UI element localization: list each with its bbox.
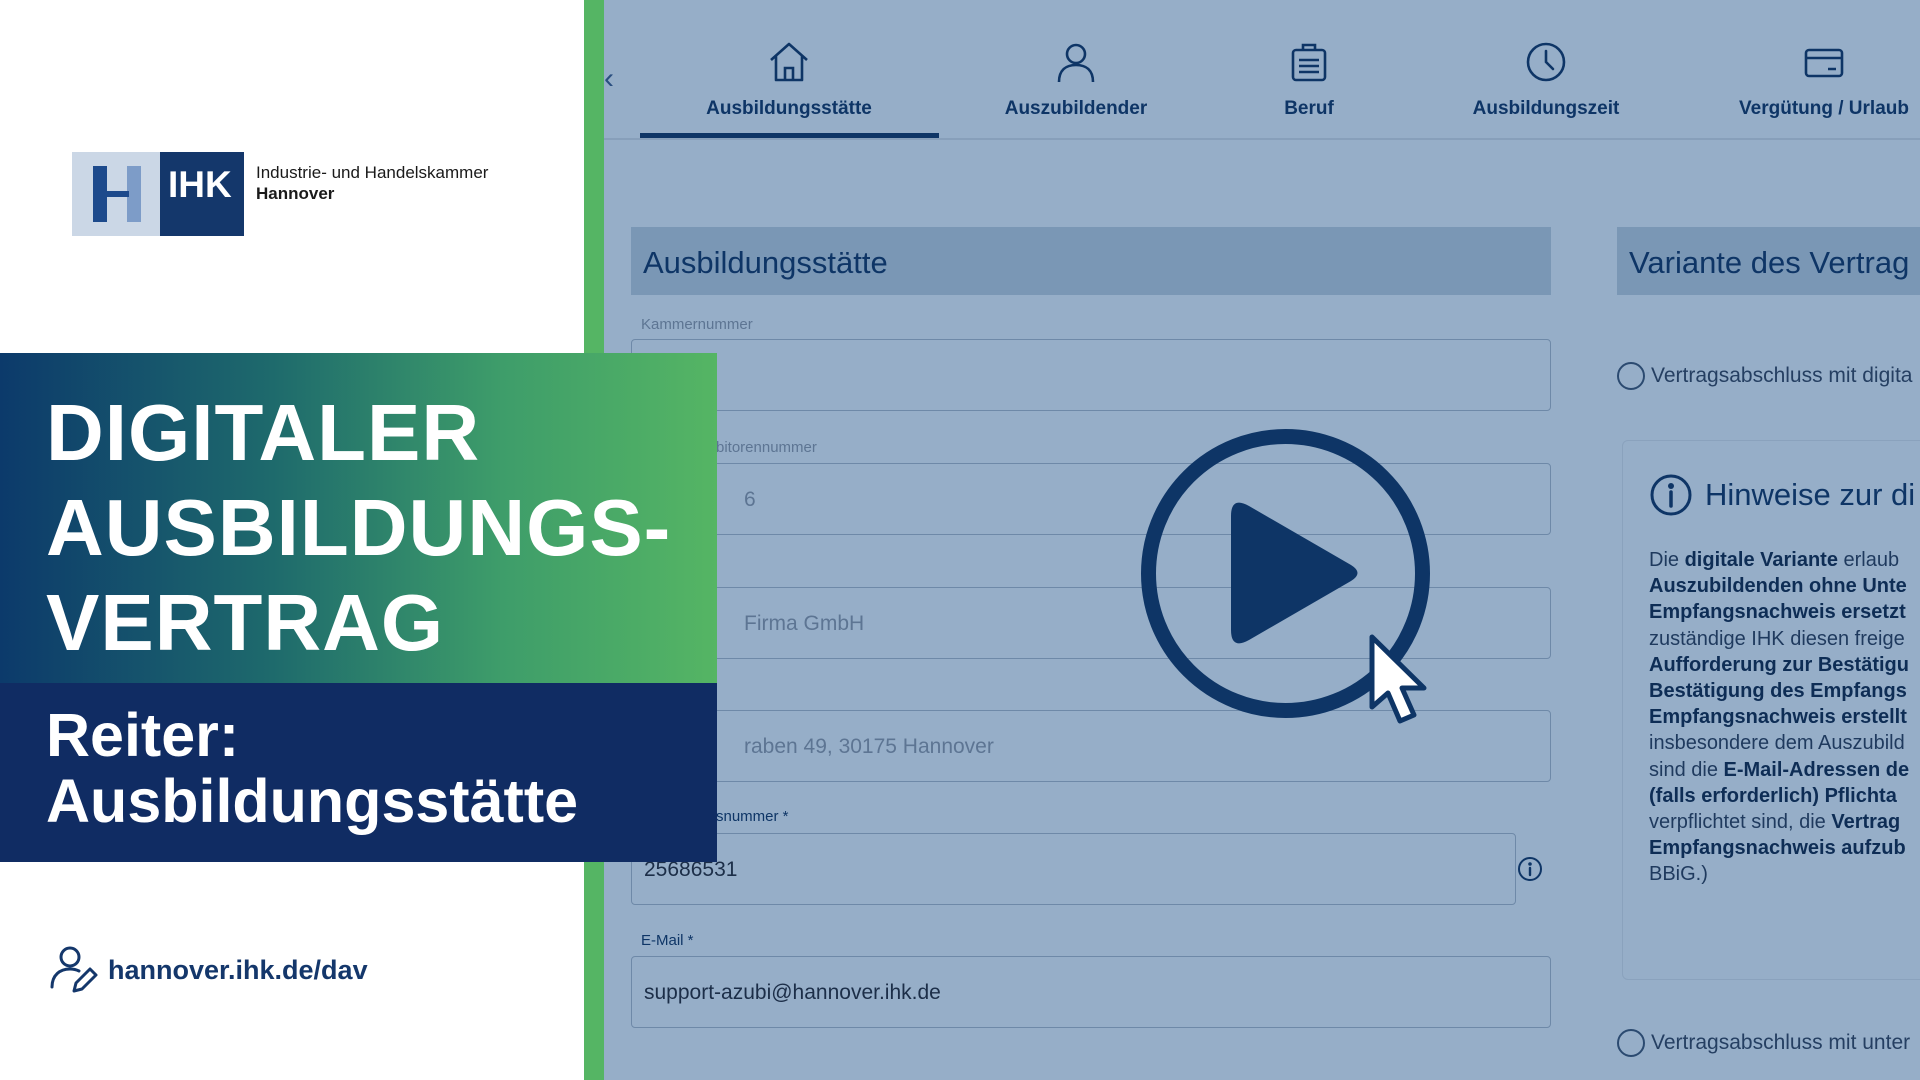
hint-text-bold: Auszubildenden ohne Unte bbox=[1649, 575, 1907, 598]
logo-abbr: IHK bbox=[160, 152, 244, 236]
section-title-variante: Variante des Vertrag bbox=[1617, 227, 1920, 295]
home-icon bbox=[770, 42, 808, 82]
title-line-1: DIGITALER bbox=[46, 388, 481, 477]
hint-text-bold: Empfangsnachweis aufzub bbox=[1649, 837, 1906, 860]
email-input[interactable]: support-azubi@hannover.ihk.de bbox=[631, 956, 1551, 1028]
tab-ausbildungszeit[interactable]: Ausbildungszeit bbox=[1446, 38, 1646, 138]
hint-line: Aufforderung zur Bestätigu bbox=[1649, 654, 1909, 677]
field-label-debitorennummer: bitorennummer bbox=[716, 439, 817, 456]
active-tab-indicator bbox=[640, 133, 939, 138]
hint-text-bold: E-Mail-Adressen de bbox=[1723, 758, 1910, 781]
hint-line: Bestätigung des Empfangs bbox=[1649, 680, 1907, 703]
hint-line: insbesondere dem Auszubild bbox=[1649, 732, 1905, 755]
title-banner: DIGITALER AUSBILDUNGS- VERTRAG bbox=[0, 353, 717, 683]
info-icon[interactable] bbox=[1517, 856, 1543, 882]
hint-line: Empfangsnachweis aufzub bbox=[1649, 837, 1906, 860]
hint-text: sind die bbox=[1649, 758, 1724, 781]
title-line-2: AUSBILDUNGS- bbox=[46, 483, 672, 572]
subtitle-banner: Reiter: Ausbildungsstätte bbox=[0, 683, 717, 862]
hint-title-text: Hinweise zur di bbox=[1705, 477, 1916, 512]
tab-label: Ausbildungsstätte bbox=[706, 98, 872, 119]
radio-label: Vertragsabschluss mit digita bbox=[1651, 364, 1913, 387]
logo-h-emblem bbox=[72, 152, 160, 236]
subtitle-line-1: Reiter: bbox=[46, 701, 240, 769]
tab-verguetung-urlaub[interactable]: Vergütung / Urlaub bbox=[1714, 38, 1920, 138]
clock-icon bbox=[1526, 42, 1566, 82]
radio-option-digital[interactable]: Vertragsabschluss mit digita bbox=[1617, 362, 1912, 390]
hint-text-bold: digitale Variante bbox=[1684, 549, 1838, 571]
kammernummer-input[interactable] bbox=[631, 339, 1551, 411]
nummer-input[interactable]: 25686531 bbox=[631, 833, 1516, 905]
radio-option-unterschrift[interactable]: Vertragsabschluss mit unter bbox=[1617, 1029, 1910, 1057]
hint-line: verpflichtet sind, die Vertrag bbox=[1649, 811, 1900, 834]
footer-link-text[interactable]: hannover.ihk.de/dav bbox=[108, 955, 368, 986]
briefcase-icon bbox=[1291, 43, 1327, 82]
hint-text: verpflichtet sind, die bbox=[1649, 811, 1832, 833]
hint-text: zuständige IHK diesen freige bbox=[1649, 627, 1905, 650]
tab-auszubildender[interactable]: Auszubildender bbox=[976, 38, 1176, 138]
tab-beruf[interactable]: Beruf bbox=[1209, 38, 1409, 138]
hint-text: erlaub bbox=[1837, 549, 1900, 571]
radio-circle[interactable] bbox=[1617, 1029, 1645, 1057]
hint-text-bold: (falls erforderlich) Pflichta bbox=[1649, 784, 1897, 807]
hint-line: sind die E-Mail-Adressen de bbox=[1649, 759, 1909, 782]
user-edit-icon bbox=[50, 946, 98, 993]
mouse-pointer-icon bbox=[1369, 634, 1427, 724]
hint-text: Die bbox=[1649, 549, 1685, 571]
field-label-kammernummer: Kammernummer bbox=[641, 316, 753, 333]
hint-line: Auszubildenden ohne Unte bbox=[1649, 575, 1907, 598]
radio-circle[interactable] bbox=[1617, 362, 1645, 390]
hint-text-bold: Aufforderung zur Bestätigu bbox=[1649, 653, 1909, 676]
tab-label: Ausbildungszeit bbox=[1472, 98, 1620, 119]
card-icon bbox=[1804, 48, 1844, 78]
hint-line: Empfangsnachweis erstellt bbox=[1649, 706, 1907, 729]
radio-label: Vertragsabschluss mit unter bbox=[1651, 1031, 1911, 1054]
hint-text: BBiG.) bbox=[1649, 863, 1708, 886]
hint-text-bold: Bestätigung des Empfangs bbox=[1649, 680, 1907, 702]
hint-text: insbesondere dem Auszubild bbox=[1649, 732, 1905, 755]
hint-text-bold: Empfangsnachweis erstellt bbox=[1649, 706, 1907, 729]
tab-scroll-left-icon[interactable]: ‹ bbox=[604, 62, 626, 102]
hint-line: Die digitale Variante erlaub bbox=[1649, 549, 1899, 572]
hint-title: Hinweise zur di bbox=[1649, 473, 1915, 517]
field-label-nummer: snummer * bbox=[716, 808, 789, 825]
ihk-logo: IHK Industrie- und Handelskammer Hannove… bbox=[72, 152, 488, 236]
section-title-ausbildungsstaette: Ausbildungsstätte bbox=[631, 227, 1551, 295]
logo-name-line2: Hannover bbox=[256, 184, 335, 203]
logo-name: Industrie- und Handelskammer Hannover bbox=[256, 162, 488, 204]
hint-line: (falls erforderlich) Pflichta bbox=[1649, 785, 1897, 808]
tab-label: Beruf bbox=[1284, 98, 1334, 119]
footer-link[interactable]: hannover.ihk.de/dav bbox=[46, 943, 368, 997]
person-icon bbox=[1057, 43, 1095, 83]
title-line-3: VERTRAG bbox=[46, 578, 445, 667]
tab-label: Auszubildender bbox=[1004, 98, 1148, 119]
hint-line: Empfangsnachweis ersetzt bbox=[1649, 601, 1906, 624]
info-circle-icon bbox=[1650, 474, 1692, 516]
logo-name-line1: Industrie- und Handelskammer bbox=[256, 163, 489, 182]
tab-ausbildungsstaette[interactable]: Ausbildungsstätte bbox=[689, 38, 889, 138]
field-label-email: E-Mail * bbox=[641, 932, 694, 949]
hint-text-bold: Vertrag bbox=[1831, 811, 1901, 833]
hint-box: Hinweise zur di Die digitale Variante er… bbox=[1622, 440, 1920, 980]
ihk-logo-mark: IHK bbox=[72, 152, 244, 236]
subtitle-line-2: Ausbildungsstätte bbox=[46, 767, 579, 835]
hint-line: BBiG.) bbox=[1649, 863, 1708, 886]
hint-line: zuständige IHK diesen freige bbox=[1649, 628, 1905, 651]
hint-text-bold: Empfangsnachweis ersetzt bbox=[1649, 601, 1906, 624]
tab-bar: ‹ Ausbildungsstätte Auszubildender Beruf bbox=[604, 0, 1920, 140]
tab-label: Vergütung / Urlaub bbox=[1739, 98, 1909, 119]
